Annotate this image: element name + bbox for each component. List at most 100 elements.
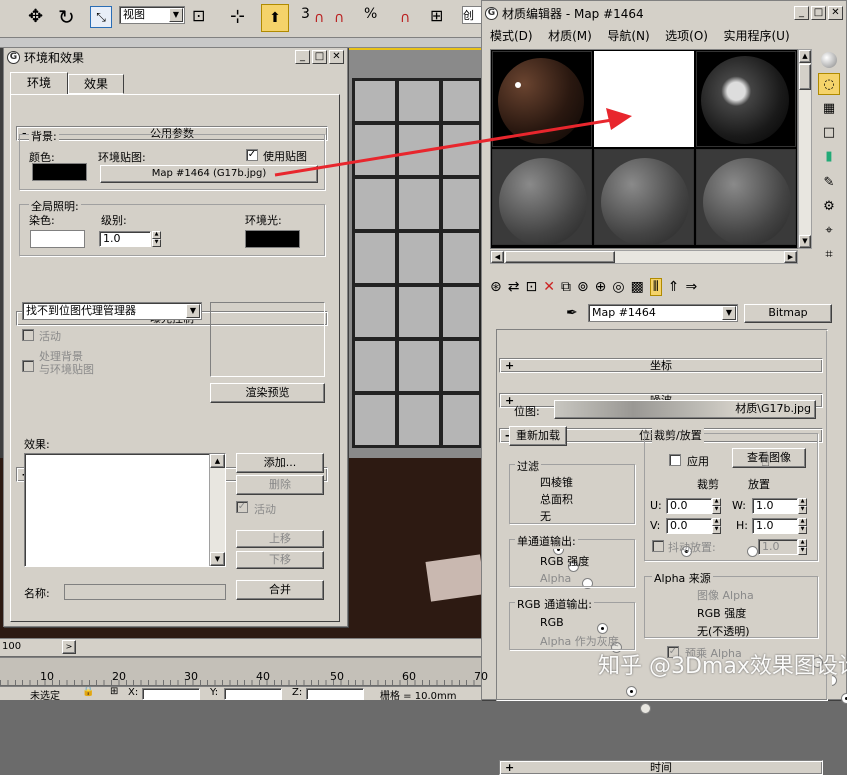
absolute-mode-icon[interactable]: ⊞ [110, 686, 118, 697]
h-spinner[interactable]: ▲▼ [798, 518, 807, 534]
spinner-snap-icon[interactable]: ∩ [400, 10, 410, 26]
sample-slot-2-selected[interactable] [594, 51, 694, 147]
minimize-button[interactable]: _ [295, 50, 310, 64]
hscroll-thumb[interactable] [505, 251, 615, 263]
use-map-checkbox[interactable]: ✓ [246, 149, 258, 161]
z-coord-input[interactable] [306, 688, 364, 700]
sample-slot-1[interactable] [492, 51, 592, 147]
go-forward-sibling-icon[interactable]: ⇒ [685, 279, 697, 295]
material-map-navigator-icon[interactable]: ⌗ [818, 243, 840, 265]
sample-uv-tiling-icon[interactable]: □ [818, 121, 840, 143]
maximize-button[interactable]: □ [811, 6, 826, 20]
magnet-icon[interactable]: ∩ [314, 10, 324, 26]
coords-rollout[interactable]: +坐标 [499, 358, 823, 373]
select-by-material-icon[interactable]: ⌖ [818, 219, 840, 241]
time-next-icon[interactable]: > [62, 640, 76, 654]
bitmap-path-button[interactable]: 材质\G17b.jpg [554, 400, 816, 419]
make-preview-icon[interactable]: ✎ [818, 171, 840, 193]
scale-icon[interactable]: ⤡ [90, 6, 112, 28]
w-input[interactable]: 1.0 [752, 498, 798, 514]
scroll-right-icon[interactable]: ▶ [784, 251, 797, 263]
sample-slot-4[interactable] [492, 149, 592, 245]
put-to-scene-icon[interactable]: ⇄ [508, 279, 520, 295]
time-rollout[interactable]: +时间 [499, 760, 823, 775]
move-up-button[interactable]: 上移 [236, 530, 324, 548]
menu-options[interactable]: 选项(O) [665, 29, 708, 43]
assign-to-selection-icon[interactable]: ⊡ [525, 279, 537, 295]
tab-effects[interactable]: 效果 [68, 74, 124, 94]
scroll-down-icon[interactable]: ▼ [210, 552, 225, 566]
rotate-icon[interactable]: ↻ [58, 5, 75, 29]
v-input[interactable]: 0.0 [666, 518, 712, 534]
name-input[interactable] [64, 584, 226, 600]
env-titlebar[interactable]: G 环境和效果 _ □ ✕ [4, 48, 347, 66]
slots-hscroll[interactable]: ◀ ▶ [490, 250, 798, 264]
level-input[interactable]: 1.0 [99, 231, 151, 247]
reset-map-icon[interactable]: ✕ [543, 279, 555, 295]
tab-environment[interactable]: 环境 [10, 72, 68, 94]
process-bg-checkbox[interactable] [22, 360, 34, 372]
effects-list-scrollbar[interactable]: ▲ ▼ [209, 454, 225, 566]
exposure-dropdown[interactable]: 找不到位图代理管理器 ▼ [22, 302, 202, 320]
ambient-color-swatch[interactable] [245, 230, 300, 248]
jitter-spinner[interactable]: ▲▼ [798, 539, 807, 555]
video-color-check-icon[interactable]: ▮ [818, 145, 840, 167]
reload-button[interactable]: 重新加载 [509, 426, 567, 446]
move-down-button[interactable]: 下移 [236, 551, 324, 569]
env-map-button[interactable]: Map #1464 (G17b.jpg) [100, 165, 318, 183]
background-checker-icon[interactable]: ▦ [818, 97, 840, 119]
scroll-thumb[interactable] [799, 64, 811, 90]
level-spinner[interactable]: ▲▼ [152, 231, 161, 247]
sample-slot-5[interactable] [594, 149, 694, 245]
time-slider[interactable]: 100 > [0, 638, 481, 656]
apply-checkbox[interactable] [669, 454, 681, 466]
lock-icon[interactable]: 🔒 [82, 686, 94, 697]
add-effect-button[interactable]: 添加... [236, 453, 324, 473]
u-spinner[interactable]: ▲▼ [712, 498, 721, 514]
show-end-result-icon[interactable]: ⫴ [650, 278, 662, 296]
menu-material[interactable]: 材质(M) [548, 29, 592, 43]
y-coord-input[interactable] [224, 688, 282, 700]
menu-utilities[interactable]: 实用程序(U) [723, 29, 789, 43]
backlight-icon[interactable]: ◌ [818, 73, 840, 95]
close-button[interactable]: ✕ [329, 50, 344, 64]
u-input[interactable]: 0.0 [666, 498, 712, 514]
scroll-down-icon[interactable]: ▼ [799, 235, 811, 248]
v-spinner[interactable]: ▲▼ [712, 518, 721, 534]
background-color-swatch[interactable] [32, 163, 87, 181]
alpha-gray-radio[interactable] [640, 703, 651, 714]
sample-slot-3[interactable] [696, 51, 796, 147]
w-spinner[interactable]: ▲▼ [798, 498, 807, 514]
snap-3d-label[interactable]: 3 [301, 6, 310, 22]
scroll-up-icon[interactable]: ▲ [799, 50, 811, 63]
go-to-parent-icon[interactable]: ⇑ [668, 279, 680, 295]
map-name-combo[interactable]: Map #1464 ▼ [588, 304, 738, 322]
x-coord-input[interactable] [142, 688, 200, 700]
show-in-viewport-icon[interactable]: ▩ [631, 279, 644, 295]
options-icon[interactable]: ⚙ [818, 195, 840, 217]
view-combo[interactable]: 视图 ▼ [119, 6, 185, 24]
h-input[interactable]: 1.0 [752, 518, 798, 534]
mat-titlebar[interactable]: G 材质编辑器 - Map #1464 _ □ ✕ [482, 1, 846, 25]
exposure-active-checkbox[interactable] [22, 329, 34, 341]
place-radio[interactable] [747, 546, 758, 557]
scroll-left-icon[interactable]: ◀ [491, 251, 504, 263]
scroll-up-icon[interactable]: ▲ [210, 454, 225, 468]
edit-named-sel-icon[interactable]: ⊞ [430, 6, 443, 25]
effect-active-checkbox[interactable]: ✓ [236, 501, 248, 513]
put-to-library-icon[interactable]: ⊕ [595, 279, 607, 295]
move-icon[interactable]: ✥ [28, 6, 43, 27]
sample-type-sphere-icon[interactable] [818, 49, 840, 71]
slots-vscroll[interactable]: ▲ ▼ [798, 49, 812, 249]
merge-button[interactable]: 合并 [236, 580, 324, 600]
close-button[interactable]: ✕ [828, 6, 843, 20]
jitter-input[interactable]: 1.0 [758, 539, 798, 555]
rgb-radio[interactable] [626, 686, 637, 697]
alpha-none-radio[interactable] [841, 693, 847, 704]
get-material-icon[interactable]: ⊛ [490, 279, 502, 295]
menu-mode[interactable]: 模式(D) [490, 29, 533, 43]
sample-slot-6[interactable] [696, 149, 796, 245]
rollout-scrollbar[interactable] [826, 331, 832, 699]
delete-effect-button[interactable]: 删除 [236, 475, 324, 495]
effects-list[interactable] [24, 453, 226, 567]
